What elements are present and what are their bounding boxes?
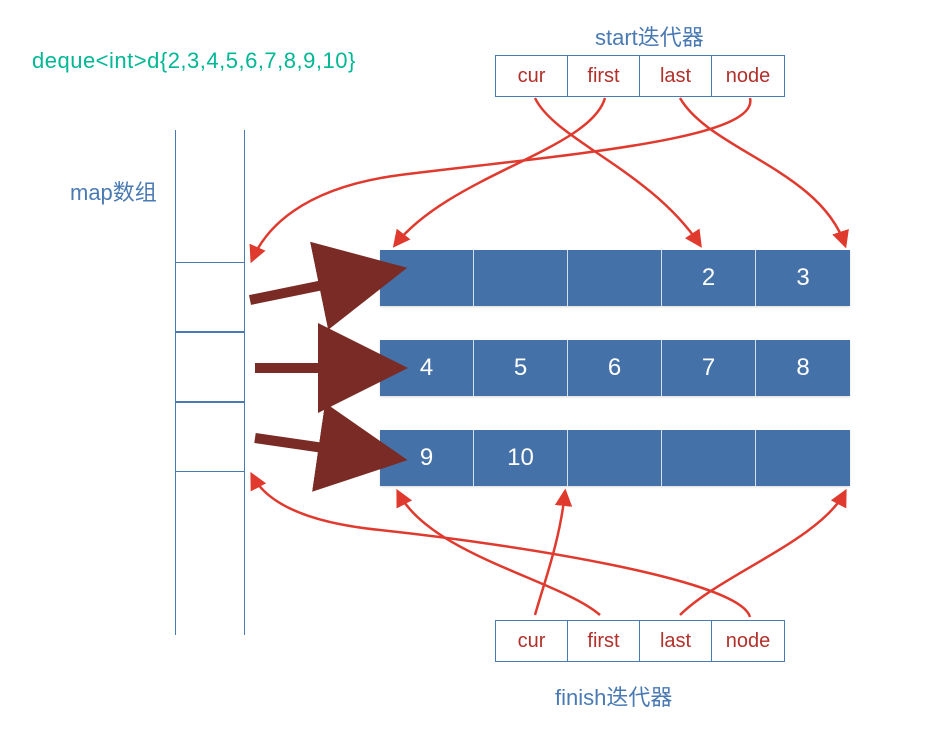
- buffer-cell: 3: [756, 250, 850, 306]
- map-slot-0: [175, 262, 245, 332]
- start-first-cell: first: [568, 56, 640, 96]
- finish-cur-cell: cur: [496, 621, 568, 661]
- buffer-cell: 5: [474, 340, 568, 396]
- finish-iterator-box: cur first last node: [495, 620, 785, 662]
- map-slot-1: [175, 332, 245, 402]
- start-iterator-box: cur first last node: [495, 55, 785, 97]
- finish-node-cell: node: [712, 621, 784, 661]
- buffer-cell: [474, 250, 568, 306]
- buffer-cell: 4: [380, 340, 474, 396]
- buffer-cell: 8: [756, 340, 850, 396]
- finish-iterator-label: finish迭代器: [555, 680, 672, 712]
- buffer-cell: [568, 430, 662, 486]
- start-cur-cell: cur: [496, 56, 568, 96]
- buffer-cell: 2: [662, 250, 756, 306]
- map-slot-2: [175, 402, 245, 472]
- buffer-cell: 9: [380, 430, 474, 486]
- buffer-row-1: 4 5 6 7 8: [380, 340, 850, 396]
- buffer-cell: [380, 250, 474, 306]
- buffer-row-0: 2 3: [380, 250, 850, 306]
- declaration-text: deque<int>d{2,3,4,5,6,7,8,9,10}: [32, 48, 356, 74]
- buffer-cell: [568, 250, 662, 306]
- finish-first-cell: first: [568, 621, 640, 661]
- buffer-cell: 10: [474, 430, 568, 486]
- buffer-cell: [756, 430, 850, 486]
- map-array-label: map数组: [70, 175, 157, 207]
- finish-last-cell: last: [640, 621, 712, 661]
- buffer-cell: 6: [568, 340, 662, 396]
- start-last-cell: last: [640, 56, 712, 96]
- buffer-cell: [662, 430, 756, 486]
- start-node-cell: node: [712, 56, 784, 96]
- buffer-cell: 7: [662, 340, 756, 396]
- buffer-row-2: 9 10: [380, 430, 850, 486]
- start-iterator-label: start迭代器: [595, 20, 704, 52]
